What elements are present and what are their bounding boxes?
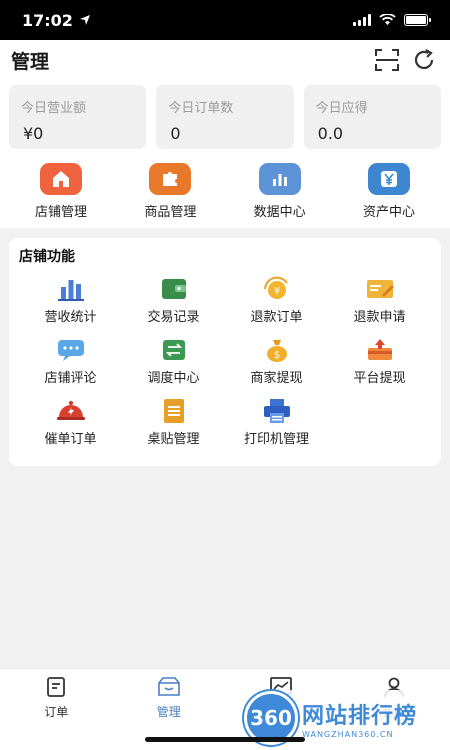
func-label: 调度中心 (147, 371, 200, 386)
func-label: 桌贴管理 (147, 432, 200, 447)
store-icon (40, 163, 82, 195)
func-store-comments[interactable]: 店铺评论 (19, 337, 122, 386)
dispatch-icon (157, 337, 191, 363)
func-printer-manage[interactable]: 打印机管理 (225, 398, 328, 447)
func-label: 退款订单 (250, 310, 303, 325)
quick-action-label: 商品管理 (144, 205, 197, 220)
wallet-icon (157, 276, 191, 302)
yuan-icon (367, 163, 410, 195)
quick-action-store[interactable]: 店铺管理 (15, 163, 107, 220)
func-label: 营收统计 (44, 310, 97, 325)
func-refund-orders[interactable]: ¥ 退款订单 (225, 276, 328, 325)
watermark-text: 网站排行榜 WANGZHAN360.CN (302, 698, 417, 739)
svg-text:$: $ (273, 350, 279, 361)
main-content: 今日营业额 ¥0 今日订单数 0 今日应得 0.0 店铺管理 商品管理 数据中心… (0, 80, 450, 668)
watermark-sub: WANGZHAN360.CN (302, 729, 394, 739)
stat-label: 今日应得 (315, 101, 368, 116)
status-bar: 17:02 (0, 0, 450, 40)
func-label: 退款申请 (353, 310, 406, 325)
tab-label: 管理 (156, 705, 181, 719)
quick-action-label: 资产中心 (362, 205, 415, 220)
tab-label: 订单 (44, 705, 69, 719)
func-label: 催单订单 (44, 432, 97, 447)
order-icon (47, 677, 66, 697)
urge-bell-icon (54, 398, 88, 424)
quick-action-label: 数据中心 (253, 205, 306, 220)
func-transactions[interactable]: 交易记录 (122, 276, 225, 325)
stat-card-earnings[interactable]: 今日应得 0.0 (303, 85, 441, 149)
quick-action-label: 店铺管理 (34, 205, 87, 220)
refund-card-icon (363, 276, 397, 302)
printer-icon (260, 398, 294, 424)
store-functions-grid: 营收统计 交易记录 ¥ 退款订单 退款申请 店铺评论 调度中心 $ 商家提现 平… (19, 276, 431, 447)
func-merchant-withdraw[interactable]: $ 商家提现 (225, 337, 328, 386)
stat-label: 今日营业额 (21, 101, 87, 116)
stat-value: 0 (170, 124, 181, 143)
location-arrow-icon (79, 15, 90, 25)
tab-orders[interactable]: 订单 (0, 669, 113, 750)
withdraw-icon (363, 337, 397, 363)
manage-icon (157, 677, 180, 696)
overview-section: 今日营业额 ¥0 今日订单数 0 今日应得 0.0 店铺管理 商品管理 数据中心… (0, 80, 450, 228)
func-refund-apply[interactable]: 退款申请 (328, 276, 431, 325)
quick-action-assets[interactable]: 资产中心 (343, 163, 435, 220)
func-urge-orders[interactable]: 催单订单 (19, 398, 122, 447)
stat-value: 0.0 (317, 124, 344, 143)
bar-chart-icon (54, 276, 88, 302)
wifi-icon (379, 14, 396, 25)
store-functions-title: 店铺功能 (19, 249, 75, 265)
status-time: 17:02 (22, 10, 73, 30)
puzzle-icon (149, 163, 192, 195)
store-functions-card: 店铺功能 营收统计 交易记录 ¥ 退款订单 退款申请 店铺评论 调度中心 $ 商… (9, 238, 441, 466)
page-title: 管理 (11, 50, 50, 73)
header-actions (374, 48, 436, 72)
refresh-icon[interactable] (412, 48, 436, 72)
stat-label: 今日订单数 (168, 101, 234, 116)
func-label: 平台提现 (353, 371, 406, 386)
bar-chart-icon (258, 163, 301, 195)
func-revenue-stats[interactable]: 营收统计 (19, 276, 122, 325)
stat-card-revenue[interactable]: 今日营业额 ¥0 (9, 85, 147, 149)
quick-action-goods[interactable]: 商品管理 (124, 163, 216, 220)
func-dispatch-center[interactable]: 调度中心 (122, 337, 225, 386)
func-label: 打印机管理 (243, 432, 309, 447)
status-time-group: 17:02 (22, 11, 91, 30)
cellular-signal-icon (353, 14, 371, 26)
quick-actions: 店铺管理 商品管理 数据中心 资产中心 (9, 163, 441, 220)
sticker-icon (157, 398, 191, 424)
func-label: 商家提现 (250, 371, 303, 386)
money-bag-icon: $ (260, 337, 294, 363)
header: 管理 (0, 40, 450, 80)
stats-row: 今日营业额 ¥0 今日订单数 0 今日应得 0.0 (9, 85, 441, 149)
quick-action-data[interactable]: 数据中心 (234, 163, 326, 220)
func-table-sticker[interactable]: 桌贴管理 (122, 398, 225, 447)
func-platform-withdraw[interactable]: 平台提现 (328, 337, 431, 386)
status-indicators (353, 14, 431, 26)
func-label: 店铺评论 (44, 371, 97, 386)
func-label: 交易记录 (147, 310, 200, 325)
watermark-main: 网站排行榜 (302, 703, 418, 729)
refund-coin-icon: ¥ (260, 276, 294, 302)
scan-icon[interactable] (374, 48, 400, 72)
svg-text:¥: ¥ (273, 286, 279, 297)
home-indicator (145, 737, 305, 742)
comment-icon (54, 337, 88, 363)
stat-value: ¥0 (23, 124, 44, 143)
stat-card-orders[interactable]: 今日订单数 0 (156, 85, 294, 149)
battery-icon (404, 14, 431, 26)
